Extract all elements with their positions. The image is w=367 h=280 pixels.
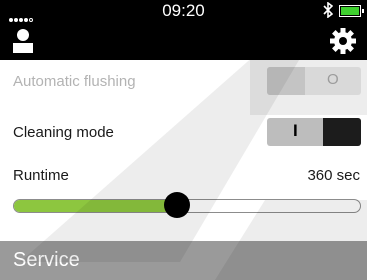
- cleaning-mode-toggle[interactable]: I: [267, 118, 361, 146]
- battery-icon: [339, 5, 364, 17]
- cleaning-mode-state: I: [293, 121, 298, 140]
- gear-icon[interactable]: [330, 27, 356, 55]
- cleaning-mode-label: Cleaning mode: [13, 124, 114, 141]
- runtime-slider-fill: [14, 200, 177, 212]
- runtime-value: 360 sec: [307, 167, 360, 184]
- bluetooth-icon: [323, 1, 334, 22]
- automatic-flushing-label: Automatic flushing: [13, 73, 136, 90]
- runtime-label: Runtime: [13, 167, 69, 184]
- app-toolbar: [0, 22, 367, 60]
- section-title: Service: [13, 249, 80, 271]
- runtime-slider-thumb[interactable]: [163, 192, 190, 218]
- status-time: 09:20: [162, 1, 205, 20]
- service-section-header[interactable]: Service: [0, 241, 367, 280]
- user-icon[interactable]: [11, 28, 35, 54]
- automatic-flushing-toggle[interactable]: O: [267, 67, 361, 95]
- automatic-flushing-state: O: [327, 71, 339, 88]
- status-bar: 09:20: [0, 0, 367, 22]
